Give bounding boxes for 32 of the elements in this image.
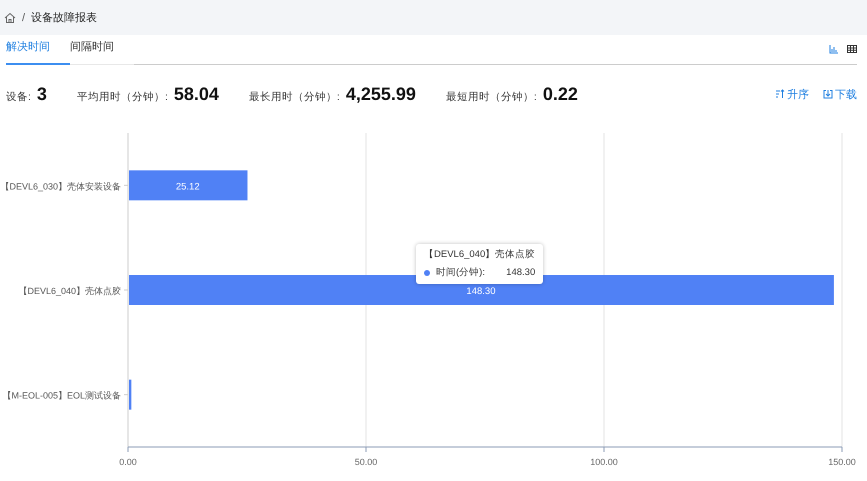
bar (129, 380, 132, 410)
tooltip-value: 148.30 (506, 267, 536, 279)
category-label: 【DEVL6_040】壳体点胶 (18, 286, 121, 296)
tooltip-series: 时间(分钟): (436, 267, 485, 279)
stat-value: 3 (36, 84, 47, 104)
stat-label: 平均用时（分钟）: (76, 90, 168, 104)
tooltip-title: 【DEVL6_040】壳体点胶 (424, 249, 536, 261)
stat-value: 4,255.99 (346, 84, 416, 104)
tab[interactable]: 间隔时间 (70, 39, 134, 65)
breadcrumb-separator: / (22, 12, 26, 24)
category-label: 【DEVL6_030】壳体安装设备 (0, 181, 121, 192)
value-label: 25.12 (176, 181, 200, 192)
sort-icon (775, 89, 785, 99)
table-icon[interactable] (847, 44, 857, 54)
bar-chart-icon[interactable] (829, 44, 839, 54)
category-label: 【M-EOL-005】EOL测试设备 (2, 390, 121, 401)
download-icon (823, 89, 833, 99)
stat-label: 设备: (6, 90, 31, 104)
value-label: 148.30 (466, 286, 496, 297)
stat-label: 最长用时（分钟）: (248, 90, 340, 104)
stat-value: 0.22 (542, 84, 578, 104)
download-button[interactable]: 下载 (823, 86, 857, 102)
tab[interactable]: 解决时间 (6, 39, 70, 65)
breadcrumb-current: 设备故障报表 (31, 10, 98, 25)
sort-button[interactable]: 升序 (775, 86, 809, 102)
x-tick-label: 100.00 (590, 457, 618, 467)
x-tick-label: 0.00 (119, 457, 137, 467)
stat-value: 58.04 (174, 84, 219, 104)
stat-label: 最短用时（分钟）: (446, 90, 537, 104)
x-tick-label: 50.00 (354, 457, 378, 467)
home-icon[interactable] (4, 12, 16, 24)
x-tick-label: 150.00 (828, 457, 856, 467)
